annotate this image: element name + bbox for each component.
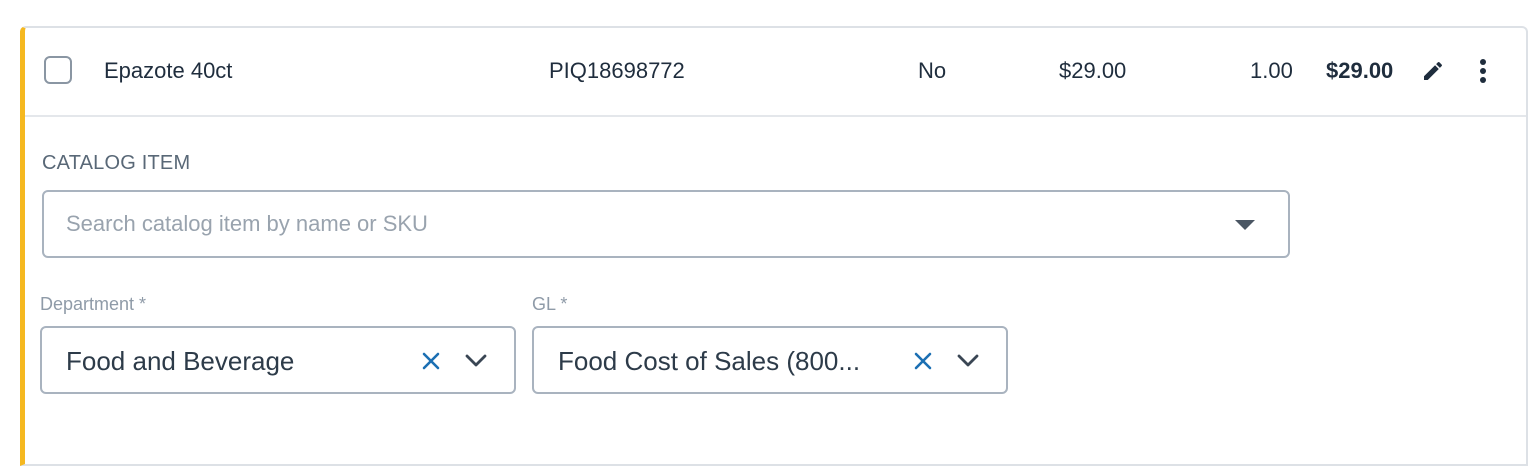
gl-value: Food Cost of Sales (800... [558,346,861,376]
line-item-checkbox[interactable] [44,56,72,84]
pencil-icon[interactable] [1421,59,1445,83]
item-sku: PIQ18698772 [549,58,685,83]
chevron-down-icon[interactable] [956,350,980,372]
gl-label: GL * [532,294,568,314]
department-label: Department * [40,294,147,314]
line-item-row: Epazote 40ct PIQ18698772 No $29.00 1.00 … [25,28,1526,117]
item-taxable: No [918,58,947,83]
close-icon[interactable] [912,350,934,372]
item-quantity: 1.00 [1250,58,1293,83]
item-total: $29.00 [1326,58,1394,83]
item-name: Epazote 40ct [104,58,233,83]
chevron-down-icon[interactable] [464,350,488,372]
close-icon[interactable] [420,350,442,372]
department-value: Food and Beverage [66,346,295,376]
catalog-item-select[interactable] [42,190,1290,258]
catalog-search-input[interactable] [66,192,1206,256]
caret-down-icon[interactable] [1235,220,1255,230]
catalog-item-label: CATALOG ITEM [42,152,191,174]
gl-select[interactable]: Food Cost of Sales (800... [532,326,1008,394]
kebab-menu-icon[interactable] [1471,58,1495,84]
line-item-card: Epazote 40ct PIQ18698772 No $29.00 1.00 … [20,26,1528,466]
item-unit-price: $29.00 [1059,58,1127,83]
department-select[interactable]: Food and Beverage [40,326,516,394]
